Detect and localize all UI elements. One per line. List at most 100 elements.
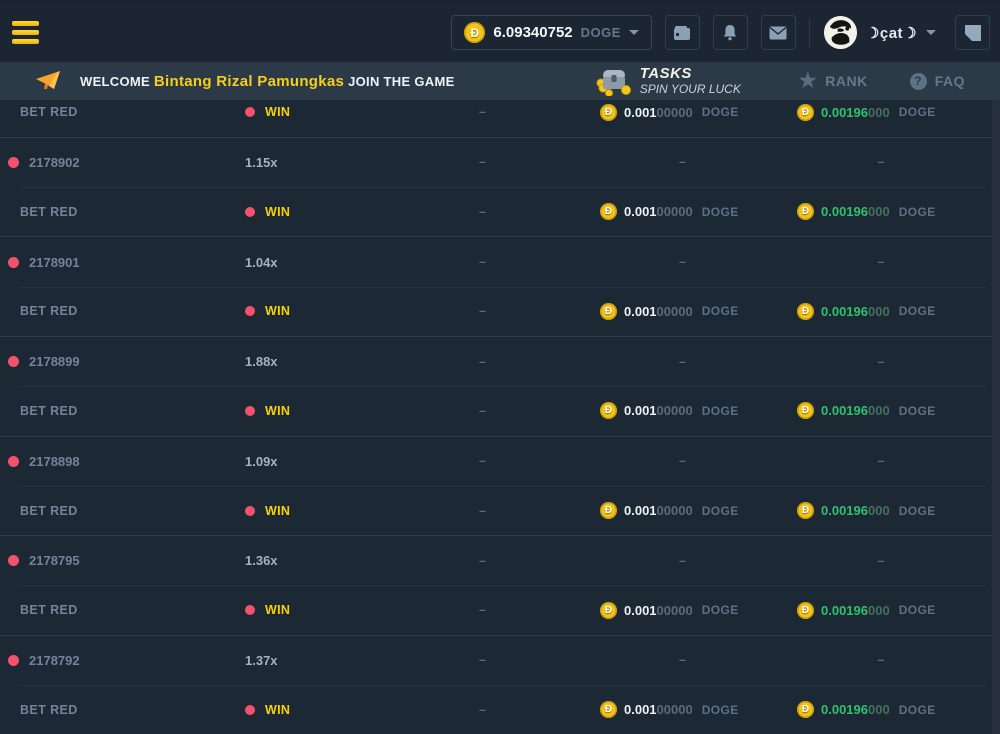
empty-cell: – [420,255,545,269]
doge-coin-icon: Ð [797,203,814,220]
amount-value: 0.00196 [821,403,868,418]
bet-id-cell[interactable]: 2178898 [0,454,245,469]
empty-cell: – [795,554,1000,568]
faq-button[interactable]: ? FAQ [910,73,965,90]
bet-id-row: 21789021.15x––– [0,138,1000,187]
username-label[interactable]: ☽çat☽ [866,24,917,42]
bet-label: BET RED [20,205,78,219]
amount-trailing-zeros: 00000 [657,702,693,717]
bet-pair: 21788981.09x–––BET REDWIN–Ð0.00100000DOG… [0,436,1000,536]
bet-id-cell[interactable]: 2178902 [0,155,245,170]
treasure-chest-icon [595,66,631,96]
wallet-button[interactable] [665,15,700,50]
multiplier-value: 1.88x [245,354,278,369]
multiplier-value: 1.36x [245,553,278,568]
red-dot-icon [8,456,19,467]
tasks-title: TASKS [640,65,741,82]
user-menu-chevron-icon[interactable] [926,30,936,35]
empty-cell: – [795,454,1000,468]
rank-button[interactable]: ★ RANK [799,71,868,91]
empty-cell: – [420,205,545,219]
doge-coin-icon: Ð [797,502,814,519]
red-dot-icon [8,356,19,367]
multiplier-cell: 1.09x [245,454,420,469]
red-dot-icon [8,555,19,566]
doge-coin-icon: Ð [600,402,617,419]
bet-pair: 21787951.36x–––BET REDWIN–Ð0.00100000DOG… [0,535,1000,635]
messages-button[interactable] [761,15,796,50]
doge-coin-icon: Ð [600,602,617,619]
balance-dropdown[interactable]: Ð 6.09340752 DOGE [451,15,652,50]
amount-cell: Ð0.00100000DOGE [545,402,795,419]
red-dot-icon [8,157,19,168]
doge-coin-icon: Ð [797,303,814,320]
empty-cell: – [795,155,1000,169]
tasks-button[interactable]: TASKS SPIN YOUR LUCK [595,65,741,96]
amount-value: 0.001 [624,603,657,618]
bet-result-row: BET REDWIN–Ð0.00100000DOGEÐ0.00196000DOG… [0,386,1000,435]
doge-coin-icon: Ð [797,701,814,718]
topbar-divider [809,18,810,48]
amount-value: 0.00196 [821,304,868,319]
red-dot-icon [245,107,255,117]
amount-trailing-zeros: 000 [868,702,890,717]
bet-id-cell[interactable]: 2178899 [0,354,245,369]
amount-trailing-zeros: 00000 [657,105,693,120]
result-label: WIN [265,703,290,717]
amount-cell: Ð0.00100000DOGE [545,203,795,220]
faq-label: FAQ [935,73,965,89]
bet-id-cell[interactable]: 2178901 [0,255,245,270]
megaphone-icon [35,70,62,92]
bell-icon [722,24,738,41]
bet-id-cell[interactable]: 2178795 [0,553,245,568]
bet-pair: 21789011.04x–––BET REDWIN–Ð0.00100000DOG… [0,236,1000,336]
red-dot-icon [8,257,19,268]
amount-currency: DOGE [702,404,739,418]
empty-cell: – [420,155,545,169]
result-label: WIN [265,603,290,617]
result-cell: WIN [245,703,420,717]
avatar-image [824,16,857,49]
bet-label: BET RED [20,504,78,518]
amount-cell: Ð0.00100000DOGE [545,502,795,519]
amount-value: 0.001 [624,304,657,319]
multiplier-cell: 1.04x [245,255,420,270]
amount-value: 0.00196 [821,702,868,717]
empty-cell: – [545,454,795,468]
bet-label-cell: BET RED [0,703,245,717]
amount-trailing-zeros: 00000 [657,403,693,418]
tasks-text: TASKS SPIN YOUR LUCK [640,65,741,96]
result-cell: WIN [245,304,420,318]
result-cell: WIN [245,603,420,617]
envelope-icon [769,26,787,40]
amount-value: 0.00196 [821,105,868,120]
menu-hamburger-icon[interactable] [12,21,39,44]
empty-cell: – [420,603,545,617]
bet-id-cell[interactable]: 2178792 [0,653,245,668]
result-cell: WIN [245,504,420,518]
scrollbar-track[interactable] [992,100,1000,734]
multiplier-value: 1.09x [245,454,278,469]
doge-coin-icon: Ð [797,402,814,419]
amount-currency: DOGE [899,205,936,219]
doge-coin-icon: Ð [600,104,617,121]
user-avatar[interactable] [824,16,857,49]
chat-toggle-button[interactable] [955,15,990,50]
amount-trailing-zeros: 000 [868,603,890,618]
doge-coin-icon: Ð [600,701,617,718]
chevron-down-icon [629,30,639,35]
result-label: WIN [265,205,290,219]
empty-cell: – [420,404,545,418]
notifications-button[interactable] [713,15,748,50]
empty-cell: – [420,554,545,568]
bet-label-cell: BET RED [0,105,245,119]
empty-cell: – [545,355,795,369]
multiplier-value: 1.04x [245,255,278,270]
amount-cell: Ð0.00196000DOGE [795,502,1000,519]
amount-value: 0.001 [624,105,657,120]
announcement-banner: WELCOME Bintang Rizal Pamungkas JOIN THE… [0,62,1000,100]
bet-label: BET RED [20,404,78,418]
amount-cell: Ð0.00196000DOGE [795,104,1000,121]
bet-result-row: BET REDWIN–Ð0.00100000DOGEÐ0.00196000DOG… [0,486,1000,535]
doge-coin-icon: Ð [797,602,814,619]
